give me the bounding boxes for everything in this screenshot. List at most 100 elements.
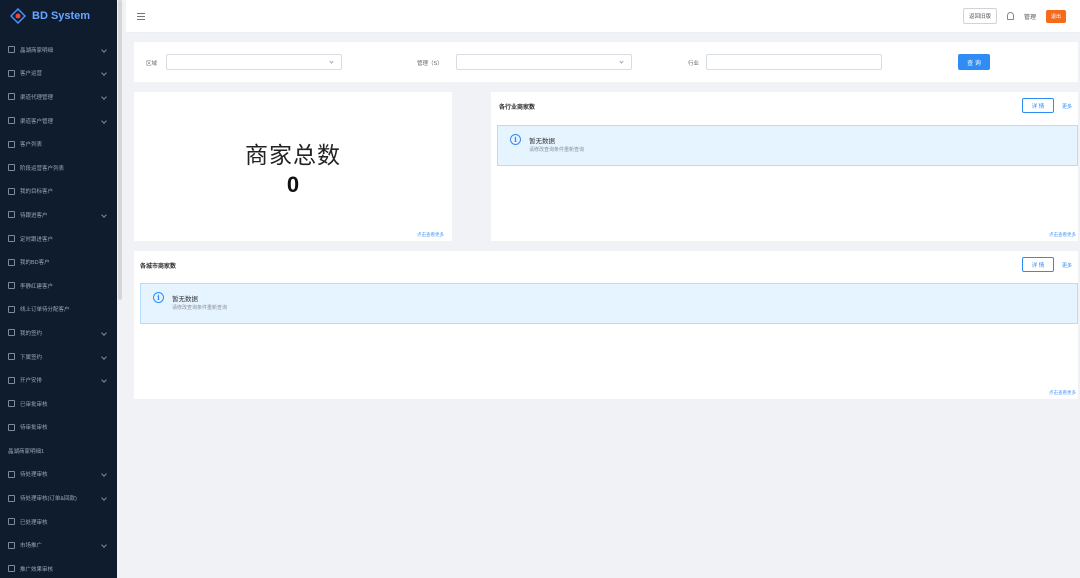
alert-description: 请修改查询条件重新查询 (172, 305, 228, 311)
app-logo[interactable]: BD System (0, 0, 117, 32)
alert-description: 请修改查询条件重新查询 (529, 147, 585, 153)
users-icon (8, 69, 15, 77)
sidebar-item[interactable]: 客户运营 (0, 62, 117, 86)
search-button[interactable]: 查 询 (958, 54, 990, 70)
sidebar-item-label: 客户列表 (20, 142, 43, 149)
chevron-down-icon (101, 94, 107, 100)
sidebar-item-label: 待处理审核 (20, 472, 48, 479)
region-merchant-card: 各城市商家数 详 情 更多 i 暂无数据 请修改查询条件重新查询 点击查看更多 (134, 251, 1078, 399)
sidebar-item[interactable]: 市场推广 (0, 533, 117, 557)
region-empty-alert: i 暂无数据 请修改查询条件重新查询 (140, 283, 1078, 324)
sidebar-item[interactable]: 我的签约 (0, 321, 117, 345)
sidebar-item[interactable]: 待审批审核 (0, 416, 117, 440)
sidebar-item[interactable]: 已处理审核 (0, 510, 117, 534)
order-icon (8, 305, 15, 313)
industry-detail-button[interactable]: 详 情 (1022, 98, 1054, 113)
sidebar-item-label: 我的目标客户 (20, 189, 54, 196)
sidebar-item[interactable]: 推广效果审核 (0, 557, 117, 578)
chart-icon (8, 565, 15, 573)
sidebar-item-label: 线上订单待分配客户 (20, 307, 70, 314)
sidebar-item-label: 晶湖商家明细 (20, 47, 54, 54)
doc-icon (8, 329, 15, 337)
logout-badge[interactable]: 退出 (1045, 9, 1066, 23)
sidebar-item-label: 客户运营 (20, 71, 43, 78)
sidebar-scrollbar[interactable] (118, 0, 122, 300)
sidebar-item[interactable]: 待处理审核(订单&回款) (0, 486, 117, 510)
list-icon (8, 140, 15, 148)
merchant-total-card: 商家总数 0 点击查看更多 (134, 92, 452, 241)
sidebar-item[interactable]: 我的目标客户 (0, 180, 117, 204)
app-name: BD System (32, 10, 91, 22)
clock-icon (8, 235, 15, 243)
bell-icon[interactable] (1006, 12, 1014, 20)
sidebar-item-label: 渠道客户管理 (20, 118, 54, 125)
sidebar: BD System 晶湖商家明细 客户运营渠道代理管理渠道客户管理 客户列表阶段运营… (0, 0, 117, 578)
table-icon (8, 518, 15, 526)
alert-title: 暂无数据 (172, 296, 198, 303)
manager-label: 管理（S） (417, 61, 443, 67)
logo-icon (10, 8, 26, 24)
sidebar-item-label: 开户安排 (20, 378, 43, 385)
sidebar-item-label: 定时跟进客户 (20, 236, 54, 243)
sidebar-item-label: 阶段运营客户列表 (20, 165, 65, 172)
check-icon (8, 400, 15, 408)
doc-icon (8, 353, 15, 361)
sidebar-item[interactable]: 晶湖商家明细1 (0, 439, 117, 463)
sidebar-item[interactable]: 线上订单待分配客户 (0, 298, 117, 322)
sidebar-item[interactable]: 客户列表 (0, 132, 117, 156)
sidebar-item[interactable]: 阶段运营客户列表 (0, 156, 117, 180)
sidebar-item[interactable]: 待跟进客户 (0, 203, 117, 227)
setting-icon (8, 93, 15, 101)
info-icon: i (510, 134, 521, 145)
sidebar-item[interactable]: 我的BD客户 (0, 250, 117, 274)
clock-icon (8, 211, 15, 219)
industry-card-title: 各行业商家数 (499, 105, 536, 111)
sidebar-item[interactable]: 下属签约 (0, 345, 117, 369)
sidebar-item[interactable]: 晶湖商家明细 (0, 38, 117, 62)
sidebar-item-label: 已处理审核 (20, 519, 48, 526)
sidebar-item-label: 我的BD客户 (20, 260, 50, 267)
region-detail-button[interactable]: 详 情 (1022, 257, 1054, 272)
industry-empty-alert: i 暂无数据 请修改查询条件重新查询 (497, 125, 1078, 166)
menu-toggle-icon[interactable] (137, 12, 145, 20)
chevron-down-icon (101, 46, 107, 53)
sidebar-item[interactable]: 渠道代理管理 (0, 85, 117, 109)
top-header: 返回旧版 管理 退出 (126, 0, 1080, 33)
manager-select[interactable] (456, 54, 632, 70)
sidebar-item[interactable]: 李静红建客户 (0, 274, 117, 298)
chevron-down-icon (329, 59, 334, 64)
area-label: 区域 (146, 61, 158, 67)
industry-input[interactable] (706, 54, 882, 70)
flow-icon (8, 494, 15, 502)
sidebar-item[interactable]: 已审批审核 (0, 392, 117, 416)
filter-bar: 区域 管理（S） 行业 查 询 (134, 42, 1078, 82)
sidebar-item-label: 待跟进客户 (20, 212, 48, 219)
sidebar-item-label: 已审批审核 (20, 401, 48, 408)
industry-more-link[interactable]: 更多 (1062, 103, 1072, 110)
username[interactable]: 管理 (1024, 12, 1036, 21)
list-icon (8, 164, 15, 172)
back-to-old-button[interactable]: 返回旧版 (962, 8, 997, 24)
sidebar-item[interactable]: 渠道客户管理 (0, 109, 117, 133)
merchant-total-value: 0 (286, 172, 300, 197)
sidebar-item-label: 待审批审核 (20, 425, 48, 432)
region-card-more-link[interactable]: 点击查看更多 (1049, 390, 1076, 396)
user-icon (8, 282, 15, 290)
sidebar-item-label: 李静红建客户 (20, 283, 54, 290)
chevron-down-icon (101, 117, 107, 124)
industry-merchant-card: 各行业商家数 详 情 更多 i 暂无数据 请修改查询条件重新查询 点击查看更多 (491, 92, 1078, 241)
sidebar-item[interactable]: 开户安排 (0, 368, 117, 392)
sidebar-item-label: 我的签约 (20, 330, 43, 337)
sidebar-menu: 晶湖商家明细 客户运营渠道代理管理渠道客户管理 客户列表阶段运营客户列表 我的目标客户… (0, 32, 117, 578)
sidebar-item-label: 市场推广 (20, 543, 43, 550)
industry-label: 行业 (688, 61, 700, 67)
stat-card-more-link[interactable]: 点击查看更多 (417, 232, 444, 238)
chevron-down-icon (101, 330, 107, 336)
region-more-link[interactable]: 更多 (1062, 262, 1072, 269)
industry-card-more-link[interactable]: 点击查看更多 (1049, 232, 1076, 238)
alert-title: 暂无数据 (529, 138, 555, 145)
sidebar-item[interactable]: 定时跟进客户 (0, 227, 117, 251)
sidebar-item[interactable]: 待处理审核 (0, 463, 117, 487)
user-icon (8, 258, 15, 266)
area-select[interactable] (166, 54, 342, 70)
